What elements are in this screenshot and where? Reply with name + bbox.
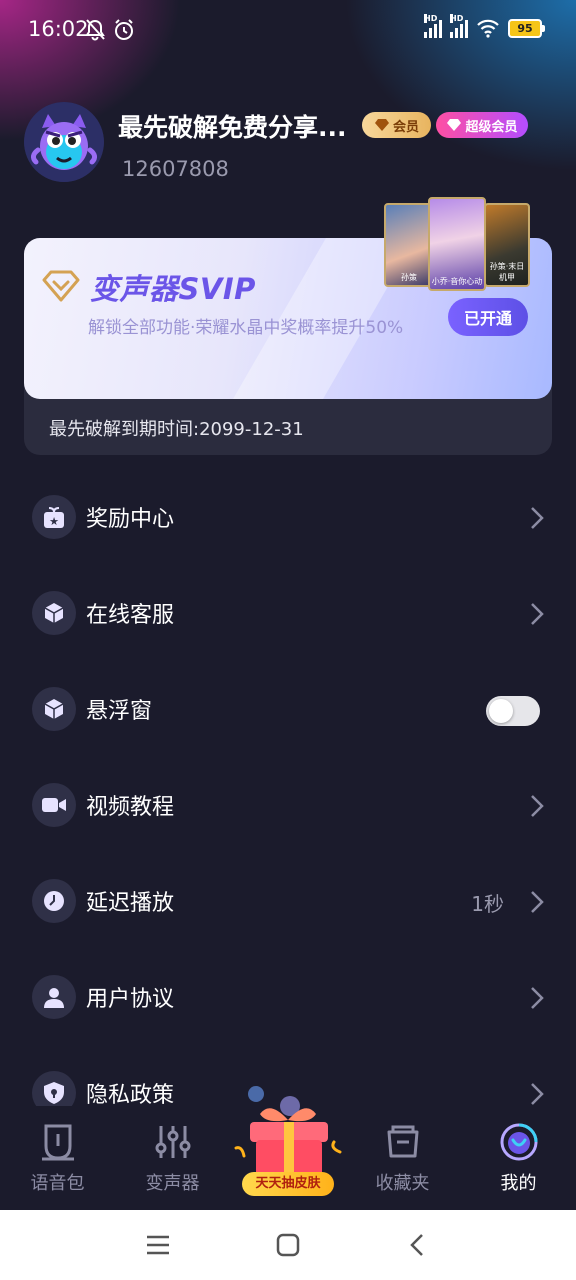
member-badge-label: 会员: [392, 119, 419, 135]
avatar[interactable]: [24, 102, 104, 182]
username[interactable]: 最先破解免费分享...: [118, 108, 347, 144]
menu-label: 用户协议: [86, 987, 175, 1012]
chevron-right-icon: [531, 987, 544, 1009]
tab-label: 变声器: [145, 1173, 200, 1194]
super-member-badge[interactable]: 超级会员: [436, 112, 528, 138]
battery-indicator: 95: [508, 18, 545, 38]
tab-label: 语音包: [30, 1173, 85, 1194]
cube-icon: [32, 591, 76, 635]
vip-activated-button[interactable]: 已开通: [448, 298, 528, 336]
super-member-badge-label: 超级会员: [465, 119, 518, 135]
voice-pack-icon: [42, 1124, 74, 1161]
cube-icon: [32, 687, 76, 731]
toggle-knob: [489, 699, 513, 723]
back-icon[interactable]: [403, 1232, 433, 1258]
floating-window-toggle[interactable]: [486, 696, 540, 726]
heart-diamond-icon: [374, 119, 389, 131]
user-id: 12607808: [122, 157, 229, 181]
delay-value: 1秒: [471, 892, 504, 916]
folder-icon: [387, 1125, 419, 1158]
skin-caption: 孙策: [401, 273, 417, 282]
vip-title: 变声器SVIP: [90, 272, 256, 306]
status-time: 16:02: [28, 17, 89, 41]
gift-icon: [234, 1086, 342, 1176]
menu-label: 延迟播放: [86, 891, 175, 916]
signal-strength-icon-2: HD: [450, 14, 468, 38]
menu-item-online-support[interactable]: 在线客服: [0, 567, 576, 663]
diamond-icon: [42, 270, 80, 302]
menu-label: 悬浮窗: [86, 699, 153, 724]
tab-label: 我的: [500, 1173, 537, 1194]
skin-caption: 孙策·末日机甲: [489, 262, 525, 282]
equalizer-icon: [155, 1126, 191, 1158]
chevron-right-icon: [531, 795, 544, 817]
menu-item-video-tutorial[interactable]: 视频教程: [0, 759, 576, 855]
system-navigation-bar: [0, 1210, 576, 1280]
menu-label: 奖励中心: [86, 507, 175, 532]
tab-label: 收藏夹: [375, 1173, 430, 1194]
chevron-right-icon: [531, 507, 544, 529]
svg-text:★: ★: [49, 515, 59, 528]
skin-caption: 小乔·音你心动: [431, 277, 483, 286]
menu-label: 隐私政策: [86, 1083, 175, 1106]
skin-card: 孙策: [384, 203, 434, 287]
home-icon[interactable]: [273, 1232, 303, 1258]
tab-favorites[interactable]: 收藏夹: [345, 1106, 460, 1210]
menu-icon[interactable]: [143, 1232, 173, 1258]
wifi-icon: [477, 19, 499, 38]
menu-item-reward-center[interactable]: ★ 奖励中心: [0, 471, 576, 567]
shield-lock-icon: [32, 1071, 76, 1106]
chevron-right-icon: [531, 1083, 544, 1105]
clock-icon: [32, 879, 76, 923]
status-right-group: HD HD 95: [424, 14, 545, 38]
tab-mine[interactable]: 我的: [461, 1106, 576, 1210]
gift-box-icon: ★: [32, 495, 76, 539]
chevron-right-icon: [531, 603, 544, 625]
tab-daily-skin-draw[interactable]: 天天抽皮肤: [230, 1082, 346, 1206]
vip-description: 解锁全部功能·荣耀水晶中奖概率提升50%: [88, 318, 404, 338]
menu-label: 在线客服: [86, 603, 175, 628]
skin-card-featured: 小乔·音你心动: [428, 197, 486, 291]
skin-card: 孙策·末日机甲: [484, 203, 530, 287]
signal-strength-icon: HD: [424, 14, 442, 38]
video-camera-icon: [32, 783, 76, 827]
status-icons: [84, 18, 136, 42]
alarm-clock-icon: [115, 19, 133, 40]
gift-tab-label: 天天抽皮肤: [242, 1172, 334, 1196]
vip-expire-date: 最先破解到期时间:2099-12-31: [49, 419, 304, 440]
heart-diamond-icon: [447, 119, 462, 131]
user-icon: [32, 975, 76, 1019]
member-badge[interactable]: 会员: [362, 112, 431, 138]
bell-off-icon: [85, 19, 105, 41]
tab-voice-pack[interactable]: 语音包: [0, 1106, 115, 1210]
profile-icon: [500, 1123, 538, 1161]
menu-item-user-agreement[interactable]: 用户协议: [0, 951, 576, 1047]
menu-item-delayed-playback[interactable]: 延迟播放 1秒: [0, 855, 576, 951]
status-bar: 16:02 HD HD 95: [0, 0, 576, 60]
tab-voice-changer[interactable]: 变声器: [115, 1106, 230, 1210]
menu-label: 视频教程: [86, 795, 175, 820]
chevron-right-icon: [531, 891, 544, 913]
owl-mascot-icon: [24, 102, 104, 182]
menu-item-floating-window[interactable]: 悬浮窗: [0, 663, 576, 759]
